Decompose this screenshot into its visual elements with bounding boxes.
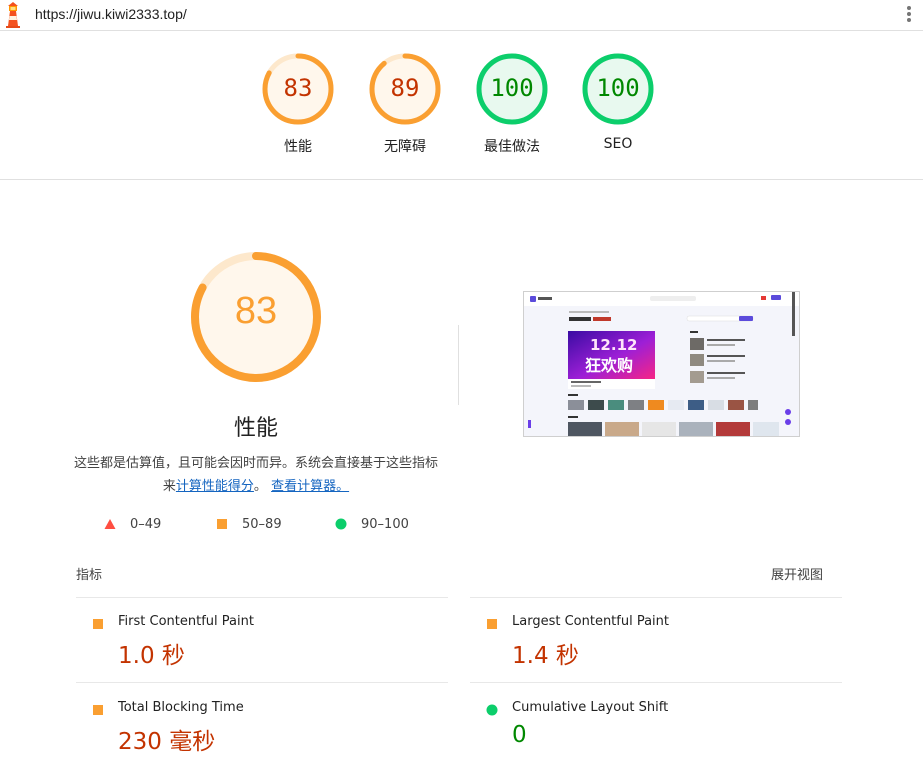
divider [458, 325, 459, 405]
category-label: 最佳做法 [484, 139, 540, 155]
average-square-icon [93, 705, 103, 715]
metric-fcp: First Contentful Paint 1.0 秒 [76, 598, 448, 678]
average-square-icon [93, 619, 103, 629]
pass-circle-icon [335, 518, 347, 530]
gauge-accessibility[interactable]: 89 无障碍 [360, 52, 450, 155]
category-summary: 83 性能 89 无障碍 100 最佳做法 100 SEO [0, 32, 923, 180]
legend-average: 50–89 [216, 515, 282, 533]
score-value: 100 [490, 74, 534, 102]
url-bar: https://jiwu.kiwi2333.top/ [0, 0, 923, 31]
expand-view-toggle[interactable]: 展开视图 [771, 564, 823, 583]
gauge-best-practices[interactable]: 100 最佳做法 [467, 52, 557, 155]
more-options-icon[interactable] [905, 5, 913, 25]
lighthouse-logo-icon [6, 2, 20, 28]
description-separator: 。 [253, 479, 267, 494]
metric-tbt: Total Blocking Time 230 毫秒 [76, 684, 448, 759]
performance-score: 83 [234, 290, 278, 332]
score-value: 83 [283, 74, 313, 102]
gauge-seo[interactable]: 100 SEO [573, 52, 663, 152]
fail-triangle-icon [104, 519, 116, 529]
banner-date-text: 12.12 [590, 336, 637, 354]
metric-lcp: Largest Contentful Paint 1.4 秒 [470, 598, 842, 678]
legend-range: 90–100 [361, 516, 409, 532]
metric-name: Total Blocking Time [118, 700, 244, 715]
metric-cls: Cumulative Layout Shift 0 [470, 684, 842, 759]
category-label: 无障碍 [384, 139, 426, 155]
divider [470, 682, 842, 683]
page-url[interactable]: https://jiwu.kiwi2333.top/ [35, 6, 187, 22]
pass-circle-icon [486, 704, 498, 716]
metric-name: First Contentful Paint [118, 614, 254, 629]
score-value: 89 [390, 74, 420, 102]
calculate-score-link[interactable]: 计算性能得分 [176, 479, 254, 494]
score-value: 100 [596, 74, 640, 102]
gauge-performance[interactable]: 83 性能 [253, 52, 343, 155]
performance-title: 性能 [233, 416, 278, 441]
metric-name: Largest Contentful Paint [512, 614, 670, 629]
average-square-icon [487, 619, 497, 629]
metric-name: Cumulative Layout Shift [512, 700, 669, 715]
page-screenshot-image: 12.12 狂欢购 [524, 292, 799, 436]
legend-fail: 0–49 [104, 515, 161, 533]
banner-title-text: 狂欢购 [585, 356, 633, 375]
divider [76, 682, 448, 683]
legend-range: 0–49 [130, 516, 162, 532]
metric-value: 1.4 秒 [512, 643, 579, 669]
calculator-link[interactable]: 查看计算器。 [271, 479, 349, 494]
legend-pass: 90–100 [335, 515, 409, 533]
metric-value: 0 [512, 722, 527, 748]
performance-description: 这些都是估算值，且可能会因时而异。系统会直接基于这些指标来计算性能得分。 查看计… [72, 452, 440, 498]
category-label: SEO [603, 136, 633, 152]
metric-value: 230 毫秒 [118, 729, 216, 755]
metrics-heading: 指标 [76, 568, 103, 583]
legend-range: 50–89 [242, 516, 282, 532]
metric-value: 1.0 秒 [118, 643, 185, 669]
category-label: 性能 [284, 139, 312, 155]
average-square-icon [217, 519, 227, 529]
final-screenshot-thumbnail[interactable]: 12.12 狂欢购 [523, 291, 800, 437]
